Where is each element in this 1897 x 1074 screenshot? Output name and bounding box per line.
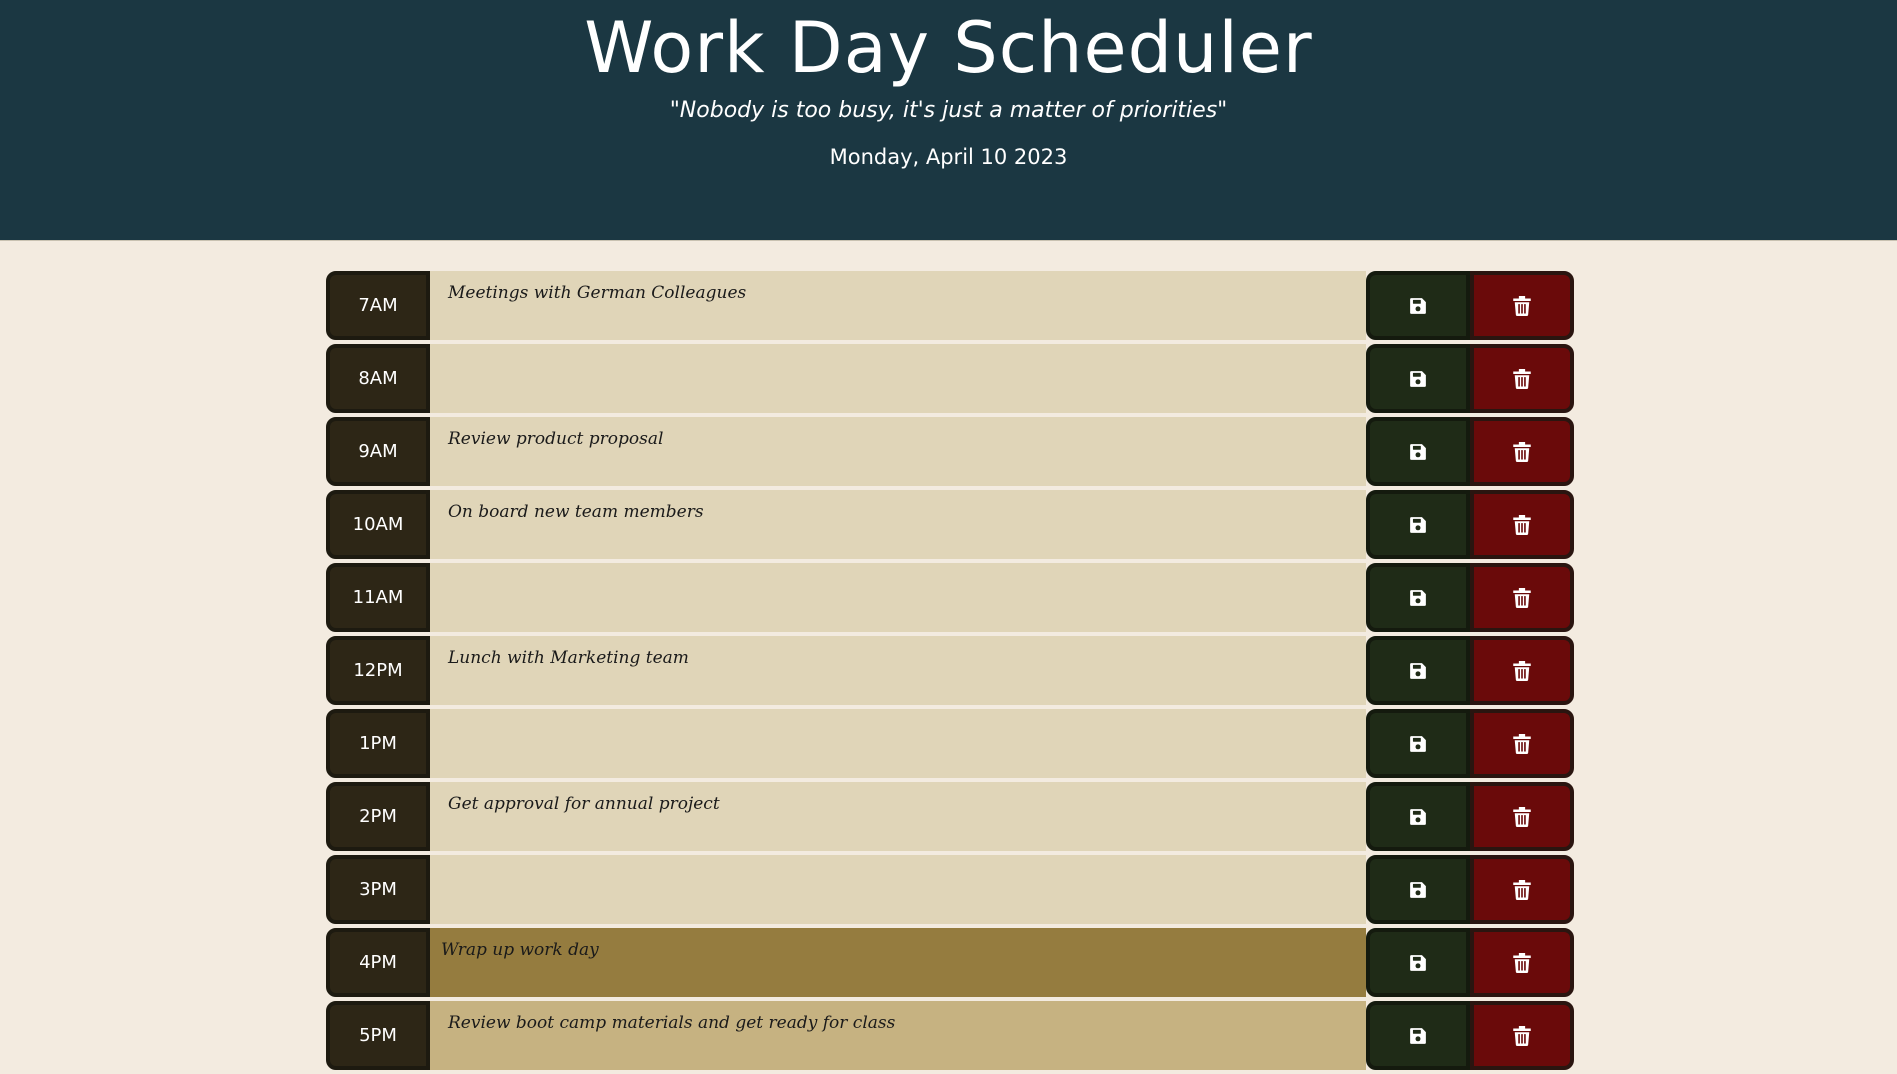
- event-description[interactable]: Review product proposal: [430, 417, 1366, 486]
- floppy-disk-icon: [1409, 881, 1427, 899]
- trash-icon: [1513, 733, 1531, 754]
- time-block: 1PM: [326, 709, 1574, 778]
- trash-icon: [1513, 1025, 1531, 1046]
- current-date: Monday, April 10 2023: [829, 145, 1068, 169]
- delete-button[interactable]: [1470, 563, 1574, 632]
- hour-label: 3PM: [326, 855, 430, 924]
- trash-icon: [1513, 587, 1531, 608]
- trash-icon: [1513, 441, 1531, 462]
- hour-label: 12PM: [326, 636, 430, 705]
- hour-label: 9AM: [326, 417, 430, 486]
- save-button[interactable]: [1366, 855, 1470, 924]
- save-button[interactable]: [1366, 782, 1470, 851]
- delete-button[interactable]: [1470, 782, 1574, 851]
- floppy-disk-icon: [1409, 516, 1427, 534]
- event-description[interactable]: [430, 563, 1366, 632]
- floppy-disk-icon: [1409, 954, 1427, 972]
- time-block: 12PM Lunch with Marketing team: [326, 636, 1574, 705]
- save-button[interactable]: [1366, 709, 1470, 778]
- save-button[interactable]: [1366, 563, 1470, 632]
- trash-icon: [1513, 295, 1531, 316]
- time-block: 7AM Meetings with German Colleagues: [326, 271, 1574, 340]
- hour-label: 1PM: [326, 709, 430, 778]
- trash-icon: [1513, 952, 1531, 973]
- delete-button[interactable]: [1470, 928, 1574, 997]
- save-button[interactable]: [1366, 344, 1470, 413]
- time-block: 2PM Get approval for annual project: [326, 782, 1574, 851]
- time-block: 11AM: [326, 563, 1574, 632]
- delete-button[interactable]: [1470, 855, 1574, 924]
- header: Work Day Scheduler "Nobody is too busy, …: [0, 0, 1897, 241]
- time-block: 10AM On board new team members: [326, 490, 1574, 559]
- floppy-disk-icon: [1409, 443, 1427, 461]
- floppy-disk-icon: [1409, 662, 1427, 680]
- save-button[interactable]: [1366, 928, 1470, 997]
- hour-label: 10AM: [326, 490, 430, 559]
- floppy-disk-icon: [1409, 735, 1427, 753]
- schedule: 7AM Meetings with German Colleagues 8AM: [326, 271, 1574, 1074]
- floppy-disk-icon: [1409, 808, 1427, 826]
- event-description[interactable]: [430, 855, 1366, 924]
- event-description[interactable]: Meetings with German Colleagues: [430, 271, 1366, 340]
- delete-button[interactable]: [1470, 709, 1574, 778]
- delete-button[interactable]: [1470, 344, 1574, 413]
- page-title: Work Day Scheduler: [584, 7, 1313, 89]
- save-button[interactable]: [1366, 417, 1470, 486]
- trash-icon: [1513, 660, 1531, 681]
- save-button[interactable]: [1366, 1001, 1470, 1070]
- event-description[interactable]: Lunch with Marketing team: [430, 636, 1366, 705]
- delete-button[interactable]: [1470, 417, 1574, 486]
- trash-icon: [1513, 514, 1531, 535]
- floppy-disk-icon: [1409, 589, 1427, 607]
- hour-label: 4PM: [326, 928, 430, 997]
- event-description[interactable]: Review boot camp materials and get ready…: [430, 1001, 1366, 1070]
- time-block: 3PM: [326, 855, 1574, 924]
- floppy-disk-icon: [1409, 370, 1427, 388]
- event-description[interactable]: Wrap up work day: [430, 928, 1366, 997]
- event-description[interactable]: On board new team members: [430, 490, 1366, 559]
- trash-icon: [1513, 879, 1531, 900]
- hour-label: 11AM: [326, 563, 430, 632]
- event-description[interactable]: Get approval for annual project: [430, 782, 1366, 851]
- floppy-disk-icon: [1409, 297, 1427, 315]
- save-button[interactable]: [1366, 490, 1470, 559]
- hour-label: 8AM: [326, 344, 430, 413]
- floppy-disk-icon: [1409, 1027, 1427, 1045]
- delete-button[interactable]: [1470, 636, 1574, 705]
- delete-button[interactable]: [1470, 1001, 1574, 1070]
- delete-button[interactable]: [1470, 490, 1574, 559]
- time-block: 8AM: [326, 344, 1574, 413]
- trash-icon: [1513, 806, 1531, 827]
- hour-label: 5PM: [326, 1001, 430, 1070]
- hour-label: 7AM: [326, 271, 430, 340]
- save-button[interactable]: [1366, 636, 1470, 705]
- time-block: 4PM Wrap up work day: [326, 928, 1574, 997]
- page-quote: "Nobody is too busy, it's just a matter …: [669, 98, 1228, 123]
- hour-label: 2PM: [326, 782, 430, 851]
- time-block: 9AM Review product proposal: [326, 417, 1574, 486]
- event-description[interactable]: [430, 344, 1366, 413]
- time-block: 5PM Review boot camp materials and get r…: [326, 1001, 1574, 1070]
- trash-icon: [1513, 368, 1531, 389]
- delete-button[interactable]: [1470, 271, 1574, 340]
- save-button[interactable]: [1366, 271, 1470, 340]
- event-description[interactable]: [430, 709, 1366, 778]
